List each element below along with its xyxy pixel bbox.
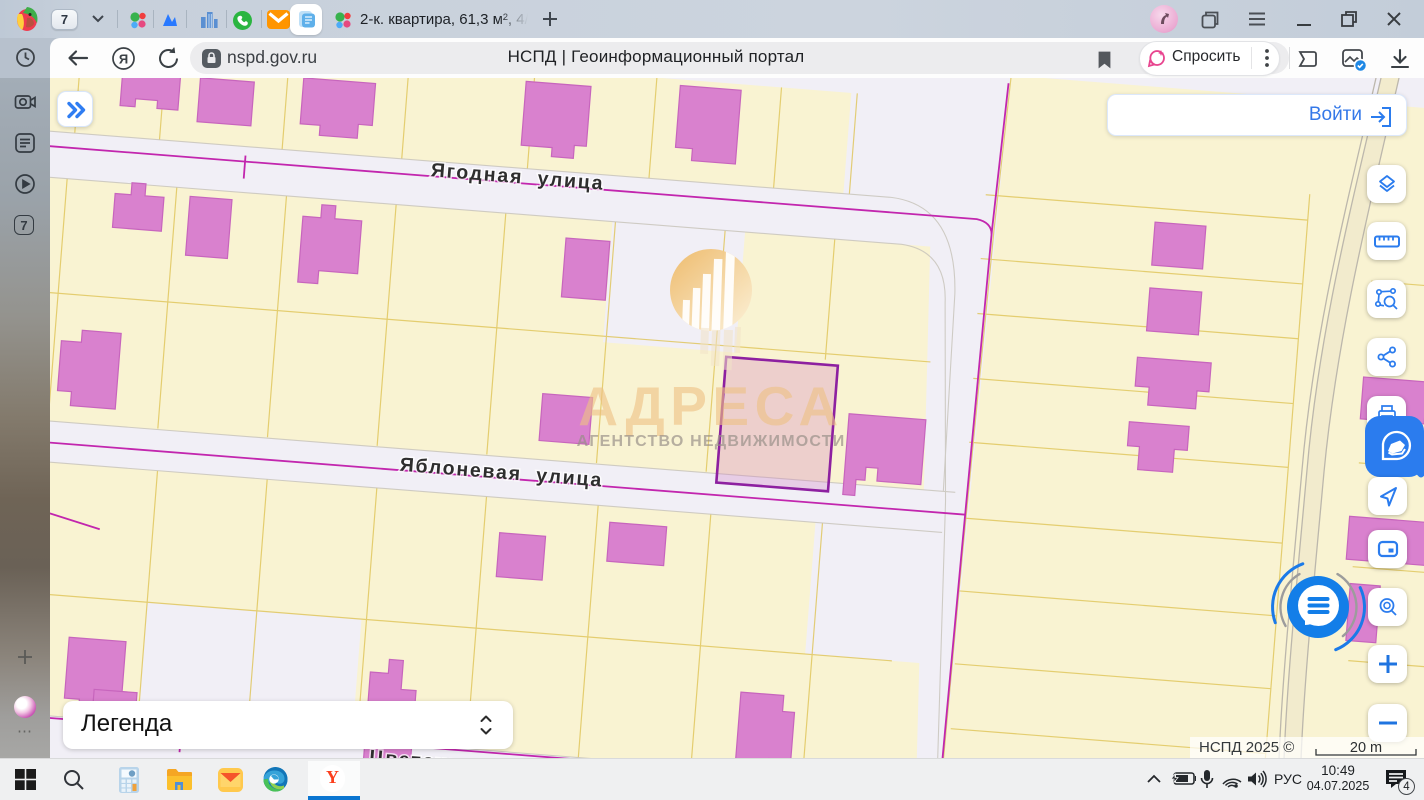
- svg-text:АДРЕСА: АДРЕСА: [578, 375, 843, 437]
- svg-text:АГЕНТСТВО НЕДВИЖИМОСТИ: АГЕНТСТВО НЕДВИЖИМОСТИ: [577, 433, 846, 450]
- svg-text:20 m: 20 m: [1350, 740, 1382, 756]
- svg-text:Я: Я: [119, 52, 128, 67]
